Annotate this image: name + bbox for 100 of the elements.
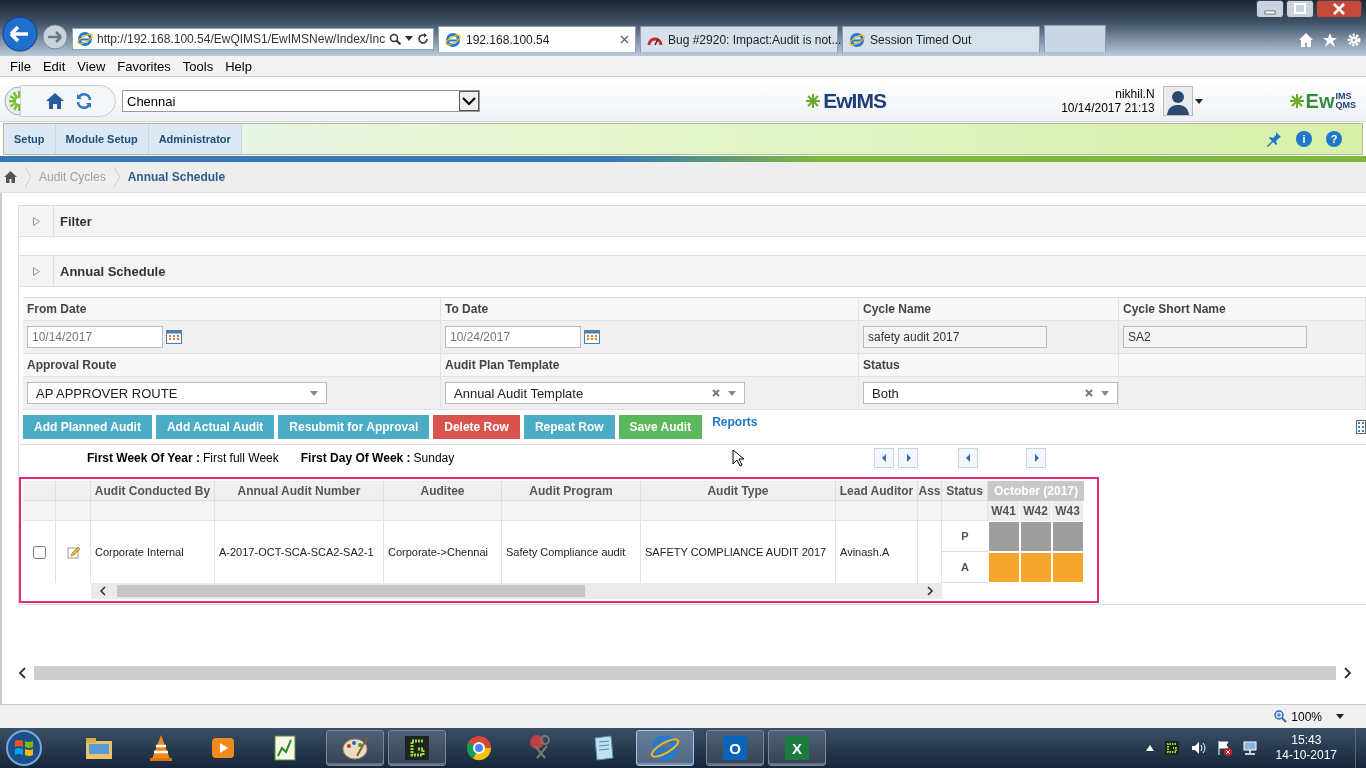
user-name: nikhil.N — [1115, 87, 1155, 101]
zoom-level[interactable]: 100% — [1291, 709, 1322, 724]
text-field[interactable]: safety audit 2017 — [863, 326, 1047, 348]
brand-logo: Ew — [1305, 89, 1335, 113]
network-icon[interactable] — [1241, 740, 1258, 756]
help-icon[interactable]: ? — [1326, 131, 1342, 147]
panel-header[interactable]: Annual Schedule — [19, 256, 1366, 287]
date-field[interactable]: 10/14/2017 — [27, 326, 163, 348]
caret-icon[interactable] — [405, 36, 413, 42]
close-icon[interactable] — [620, 35, 629, 44]
column-header: Annual Audit Number — [215, 481, 384, 501]
reports-link[interactable]: Reports — [712, 415, 758, 429]
taskbar-button[interactable]: X — [768, 730, 826, 766]
minimize-button[interactable] — [1256, 0, 1284, 18]
menu-item[interactable]: Edit — [36, 58, 72, 74]
back-button[interactable] — [2, 16, 38, 52]
clear-icon[interactable] — [1085, 389, 1093, 397]
setting-label: First Week Of Year : — [87, 451, 200, 465]
up-arrow-icon[interactable] — [1145, 745, 1154, 751]
arrow-button[interactable] — [958, 448, 979, 468]
start-button[interactable] — [4, 728, 44, 768]
arrow-button[interactable] — [874, 448, 895, 468]
field-label: Cycle Name — [859, 298, 1119, 321]
calendar-icon[interactable] — [584, 330, 600, 344]
field-label: Cycle Short Name — [1119, 298, 1366, 321]
edit-icon[interactable] — [66, 545, 80, 559]
select-field[interactable]: AP APPROVER ROUTE — [27, 382, 327, 404]
clock[interactable]: 15:43 14-10-2017 — [1275, 733, 1337, 763]
arrow-button[interactable] — [1026, 448, 1047, 468]
select-field[interactable]: Both — [863, 382, 1118, 404]
caret-icon[interactable] — [459, 91, 479, 111]
mail-icon: O — [723, 736, 747, 760]
column-header: Audit Program — [502, 481, 641, 501]
nav-tab[interactable]: Module Setup — [55, 124, 149, 154]
field-label: Audit Plan Template — [441, 354, 859, 377]
clear-icon[interactable] — [712, 389, 720, 397]
toolbar-button[interactable]: Delete Row — [433, 415, 520, 439]
week-header: W42 — [1020, 501, 1052, 521]
menu-item[interactable]: File — [4, 58, 37, 74]
browser-tab[interactable]: Session Timed Out — [842, 26, 1040, 52]
calendar-icon[interactable] — [166, 330, 182, 344]
row-checkbox[interactable] — [32, 545, 46, 559]
date-field[interactable]: 10/24/2017 — [445, 326, 581, 348]
column-header: Audit Type — [641, 481, 836, 501]
zoom-icon[interactable] — [1274, 710, 1288, 723]
avatar-icon[interactable] — [1162, 86, 1193, 116]
column-header: Lead Auditor — [836, 481, 918, 501]
info-icon[interactable]: i — [1296, 131, 1312, 147]
menu-item[interactable]: Tools — [176, 58, 220, 74]
flag-icon[interactable] — [1215, 740, 1232, 756]
setting-value: First full Week — [202, 451, 279, 465]
arrow-button[interactable] — [898, 448, 919, 468]
asterisk-icon — [805, 93, 822, 109]
ring-icon — [849, 31, 865, 48]
browser-tab[interactable]: 192.168.100.54 — [438, 26, 636, 52]
caret-icon[interactable] — [1194, 98, 1203, 104]
taskbar-button[interactable]: O — [706, 730, 764, 766]
text-field[interactable]: SA2 — [1123, 326, 1307, 348]
brand-suffix: QMS — [1335, 101, 1356, 110]
week-header: W43 — [1052, 501, 1084, 521]
setting-label: First Day Of Week : — [300, 451, 411, 465]
settings-icon[interactable] — [1346, 32, 1362, 48]
nav-tab[interactable]: Administrator — [148, 124, 242, 154]
chevron-icon — [25, 167, 31, 187]
field-label: To Date — [441, 298, 859, 321]
date-time: 10/14/2017 21:13 — [1061, 101, 1155, 115]
address-field[interactable]: http://192.168.100.54/EwQIMS1/EwIMSNew/Index/Inc — [72, 28, 434, 50]
field-label: Status — [859, 354, 1119, 377]
star-icon[interactable] — [1322, 32, 1338, 48]
caret-icon[interactable] — [1336, 714, 1344, 719]
nav-tab[interactable]: Setup — [4, 124, 56, 154]
close-button[interactable] — [1316, 0, 1362, 18]
forward-button[interactable] — [42, 24, 68, 50]
chevron-icon — [113, 167, 120, 187]
column-header: Ass — [918, 481, 942, 501]
home-icon[interactable] — [1298, 32, 1314, 48]
search-icon[interactable] — [389, 33, 401, 45]
menu-item[interactable]: Favorites — [111, 58, 177, 74]
expand-icon[interactable] — [32, 216, 40, 226]
home-icon[interactable] — [4, 171, 17, 183]
location-select[interactable]: Chennai — [122, 90, 480, 112]
speaker-icon[interactable] — [1189, 740, 1206, 756]
expand-icon[interactable] — [32, 266, 40, 276]
breadcrumb-link[interactable]: Annual Schedule — [127, 170, 226, 184]
taskbar-button[interactable] — [326, 730, 384, 766]
maximize-button[interactable] — [1286, 0, 1314, 18]
snake-icon[interactable] — [1163, 740, 1180, 756]
menu-item[interactable]: View — [71, 58, 112, 74]
panel-header[interactable]: Filter — [19, 206, 1366, 237]
taskbar-button[interactable] — [388, 730, 446, 766]
column-header: Audit Conducted By — [91, 481, 215, 501]
grid-icon[interactable] — [1356, 420, 1366, 434]
cursor-icon — [732, 449, 745, 467]
refresh-icon[interactable] — [417, 33, 429, 45]
menu-item[interactable]: Help — [219, 58, 258, 74]
column-header: Status — [942, 481, 988, 501]
home-icon[interactable] — [45, 92, 65, 110]
select-field[interactable]: Annual Audit Template — [445, 382, 745, 404]
scrollbar[interactable] — [91, 583, 942, 599]
pin-icon[interactable] — [1266, 131, 1282, 147]
